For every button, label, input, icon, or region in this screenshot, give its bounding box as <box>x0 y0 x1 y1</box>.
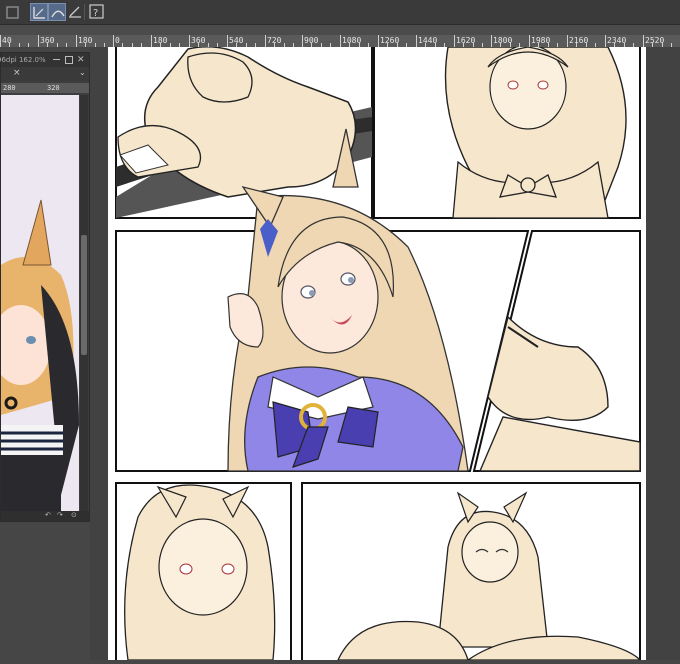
help-icon[interactable]: ? <box>88 3 106 21</box>
rotate-right-icon[interactable]: ↷ <box>57 511 63 519</box>
ruler-major-mark <box>113 35 114 47</box>
nav-ruler-label-1: 320 <box>47 84 60 92</box>
navigator-title: 96dpi 162.0% <box>0 56 46 64</box>
ruler-major-mark <box>340 35 341 47</box>
navigator-tabbar: × ⌄ <box>1 67 89 81</box>
ruler-label: 0 <box>115 36 120 45</box>
nav-ruler-label-0: 280 <box>3 84 16 92</box>
toolbar-divider <box>84 4 85 20</box>
ruler-minor-mark <box>47 43 48 47</box>
curve-ruler-icon[interactable] <box>48 3 66 21</box>
navigator-scrollbar[interactable] <box>80 95 88 511</box>
ruler-major-mark <box>529 35 530 47</box>
ruler-major-mark <box>454 35 455 47</box>
panel-bottom-right <box>301 482 642 664</box>
navigator-bottom-bar: ↶ ↷ ⊙ <box>1 511 89 521</box>
ruler-major-mark <box>605 35 606 47</box>
layer-square-icon[interactable] <box>4 3 22 21</box>
reset-view-icon[interactable]: ⊙ <box>71 511 77 519</box>
reference-image <box>1 95 79 511</box>
toolbar-gap <box>0 25 680 35</box>
ruler-major-mark <box>76 35 77 47</box>
scroll-thumb[interactable] <box>81 235 87 355</box>
ruler-major-mark <box>38 35 39 47</box>
ruler-snap-icon[interactable] <box>30 3 48 21</box>
panel-top-left <box>115 44 373 219</box>
ruler-minor-mark <box>57 43 58 47</box>
ruler-minor-mark <box>66 43 67 47</box>
perspective-ruler-icon[interactable] <box>66 3 84 21</box>
ruler-minor-mark <box>19 43 20 47</box>
navigator-preview[interactable] <box>1 95 79 511</box>
ruler-minor-mark <box>28 43 29 47</box>
horizontal-ruler: 40 360 180 0 180 360 540 720 900 1080 1260 1440 1620… <box>0 35 680 47</box>
ruler-major-mark <box>0 35 1 47</box>
ruler-major-mark <box>491 35 492 47</box>
ruler-major-mark <box>265 35 266 47</box>
minimize-icon[interactable] <box>53 59 60 60</box>
ruler-major-mark <box>416 35 417 47</box>
ruler-major-mark <box>151 35 152 47</box>
top-toolbar: ? <box>0 0 680 25</box>
ruler-label: 40 <box>2 36 12 45</box>
ruler-minor-mark <box>9 43 10 47</box>
svg-text:?: ? <box>93 8 98 19</box>
ruler-major-mark <box>643 35 644 47</box>
tab-close-icon[interactable]: × <box>13 68 21 78</box>
manga-page[interactable] <box>108 44 646 664</box>
panel-top-right <box>373 44 641 219</box>
navigator-ruler: 280 320 <box>1 83 89 93</box>
ruler-major-mark <box>189 35 190 47</box>
maximize-icon[interactable] <box>65 56 73 64</box>
ruler-major-mark <box>227 35 228 47</box>
ruler-major-mark <box>567 35 568 47</box>
rotate-left-icon[interactable]: ↶ <box>45 511 51 519</box>
chevron-down-icon[interactable]: ⌄ <box>79 68 86 77</box>
ruler-major-mark <box>378 35 379 47</box>
ruler-major-mark <box>302 35 303 47</box>
navigator-titlebar: 96dpi 162.0% ✕ <box>0 53 89 67</box>
navigator-window[interactable]: 96dpi 162.0% ✕ × ⌄ 280 320 ↶ ↷ ⊙ <box>0 52 90 522</box>
ruler-minor-mark <box>85 43 86 47</box>
manga-artwork <box>115 44 642 664</box>
panel-bottom-left <box>115 482 292 664</box>
close-icon[interactable]: ✕ <box>77 53 85 67</box>
right-canvas-margin <box>646 47 680 660</box>
